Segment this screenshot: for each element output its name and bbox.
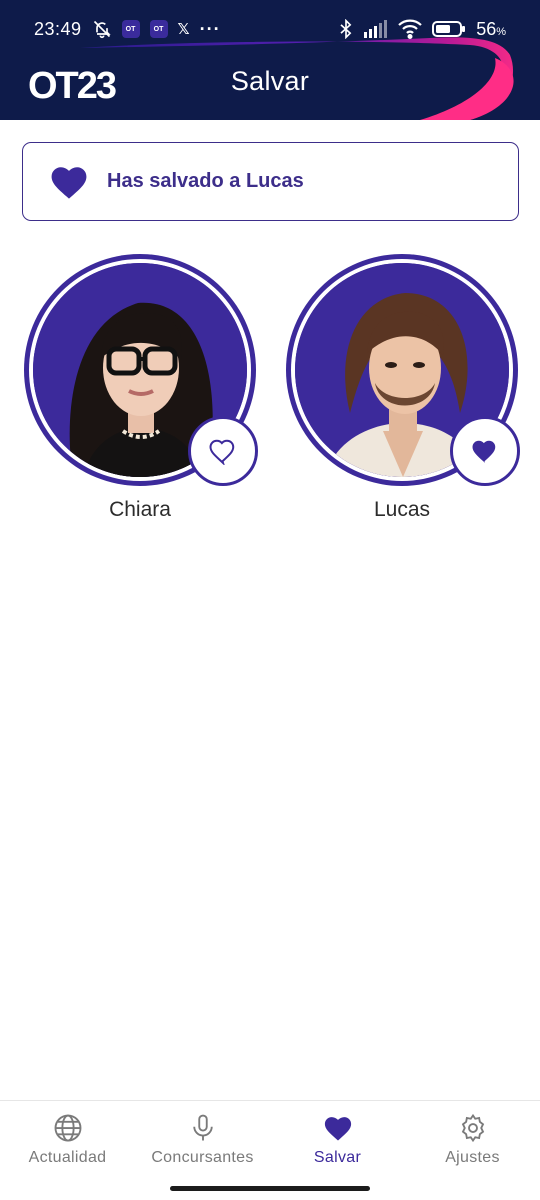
bell-off-icon bbox=[93, 20, 111, 39]
status-bar: 23:49 OT OT 𝕏 ··· 56% bbox=[0, 0, 540, 58]
battery-value: 56 bbox=[476, 18, 497, 39]
contestant-name: Lucas bbox=[373, 498, 431, 521]
status-right: 56% bbox=[338, 19, 506, 40]
globe-icon bbox=[54, 1114, 81, 1142]
nav-label: Concursantes bbox=[151, 1149, 254, 1166]
bottom-navigation: Actualidad Concursantes Salvar Ajustes bbox=[0, 1100, 540, 1200]
home-indicator[interactable] bbox=[170, 1186, 370, 1191]
battery-icon bbox=[432, 21, 466, 37]
nav-item-salvar[interactable]: Salvar bbox=[270, 1113, 405, 1167]
contestant-card-lucas[interactable]: Lucas bbox=[286, 254, 520, 522]
battery-percentage: 56% bbox=[476, 19, 506, 40]
nav-item-concursantes[interactable]: Concursantes bbox=[135, 1113, 270, 1167]
nav-label: Ajustes bbox=[445, 1149, 500, 1166]
avatar-ring bbox=[24, 254, 258, 486]
ot-app-notification-icon: OT bbox=[121, 20, 140, 38]
app-header: 23:49 OT OT 𝕏 ··· 56% OT23 Salvar bbox=[0, 0, 540, 120]
heart-icon bbox=[324, 1117, 351, 1141]
x-icon: 𝕏 bbox=[177, 21, 190, 38]
heart-icon bbox=[51, 166, 87, 199]
microphone-icon bbox=[192, 1114, 213, 1141]
signal-icon bbox=[364, 20, 388, 38]
contestant-name: Chiara bbox=[109, 498, 171, 521]
heart-filled-icon bbox=[472, 440, 496, 463]
gear-icon bbox=[461, 1113, 484, 1143]
nav-label: Salvar bbox=[313, 1149, 362, 1166]
status-left: 23:49 OT OT 𝕏 ··· bbox=[34, 19, 221, 40]
status-time: 23:49 bbox=[34, 18, 82, 39]
banner-text: Has salvado a Lucas bbox=[107, 170, 304, 192]
page-title: Salvar bbox=[230, 66, 310, 96]
ot-app-notification-icon-2: OT bbox=[149, 20, 168, 38]
battery-unit: % bbox=[496, 25, 506, 38]
nav-label: Actualidad bbox=[28, 1149, 107, 1166]
nav-item-actualidad[interactable]: Actualidad bbox=[0, 1113, 135, 1167]
save-heart-button-lucas[interactable] bbox=[450, 416, 520, 486]
more-notifications-icon: ··· bbox=[199, 18, 221, 39]
wifi-icon bbox=[398, 19, 422, 39]
app-bar: OT23 Salvar bbox=[0, 58, 540, 120]
heart-outline-icon bbox=[209, 439, 235, 465]
contestant-card-chiara[interactable]: Chiara bbox=[24, 254, 258, 522]
save-heart-button-chiara[interactable] bbox=[188, 416, 258, 486]
bluetooth-icon bbox=[340, 19, 352, 39]
saved-confirmation-banner: Has salvado a Lucas bbox=[22, 142, 519, 221]
nav-item-ajustes[interactable]: Ajustes bbox=[405, 1113, 540, 1167]
avatar-ring bbox=[286, 254, 520, 486]
